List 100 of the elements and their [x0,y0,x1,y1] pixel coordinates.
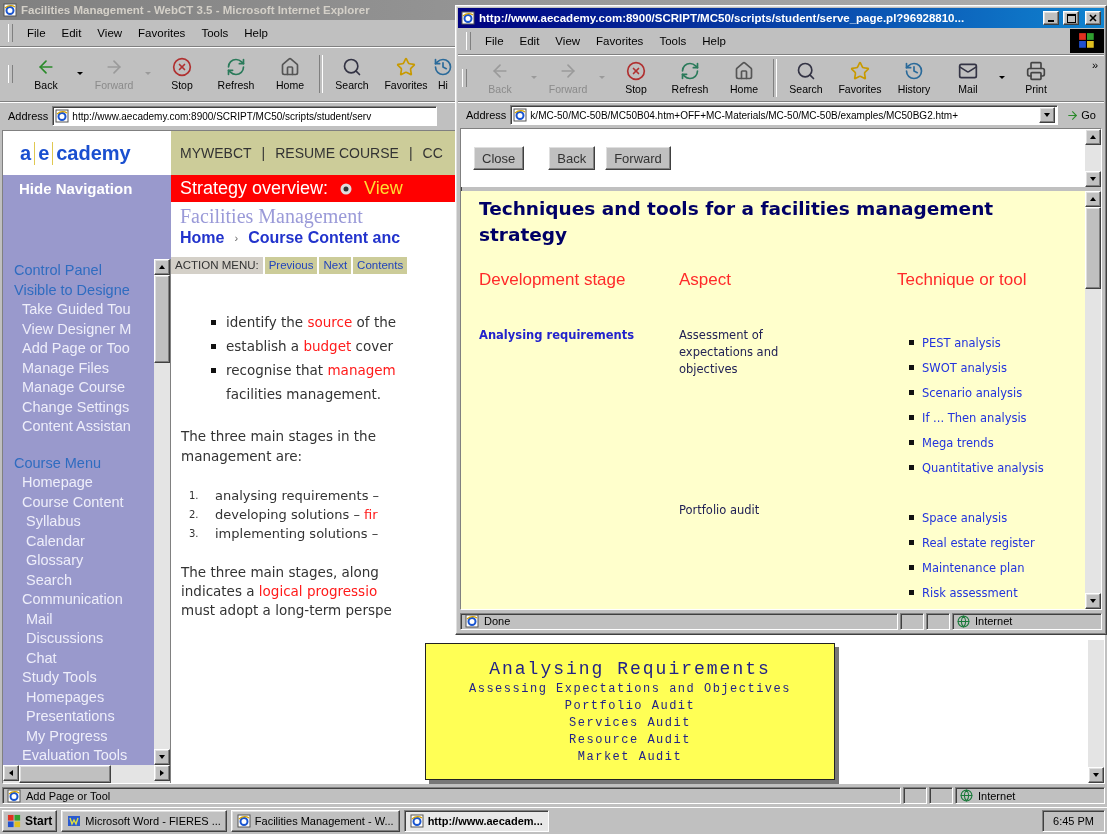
list-number: 2. [189,508,200,522]
caret-icon [1043,111,1052,119]
scroll-arrow-button[interactable] [1085,129,1101,145]
menu-item[interactable]: View [89,27,131,39]
scroll-arrow-button[interactable] [1088,767,1104,783]
menu-item[interactable]: Favorites [130,27,194,39]
bullet-icon [909,590,914,595]
top-nav-link[interactable]: RESUME COURSE [275,145,399,161]
list-item-text: developing solutions – fir [215,506,378,524]
menu-item[interactable]: File [477,35,512,47]
tool-link[interactable]: Space analysis [922,510,1008,525]
toolbar-button[interactable]: Stop [609,58,663,98]
address-field[interactable]: k/MC-50/MC-50B/MC50B04.htm+OFF+MC-Materials/MC-50/MC-50B/examples/MC50BG2.htm+ [510,105,1059,125]
bullet-icon [909,540,914,545]
menu-item[interactable]: Edit [53,27,90,39]
scrollbar[interactable] [154,259,170,765]
maximize-button[interactable] [1063,11,1079,25]
aspect-text: Assessment of expectations and objectives [679,328,779,376]
address-field[interactable]: http://www.aecademy.com:8900/SCRIPT/MC50/scripts/student/serv [52,106,438,126]
clock-icon [433,57,453,77]
browser-icon [236,814,251,828]
tool-link[interactable]: PEST analysis [922,335,1001,350]
more-tools-button[interactable]: » [1091,59,1098,71]
toolbar-button[interactable]: Refresh [209,54,263,94]
tool-link[interactable]: Quantitative analysis [922,460,1044,475]
breadcrumb-link[interactable]: Home [180,229,225,247]
globe-icon [960,789,973,802]
toolbar-button[interactable]: Mail [941,58,995,98]
scrollbar[interactable] [3,765,170,783]
scroll-thumb[interactable] [1085,207,1101,289]
tool-link[interactable]: If ... Then analysis [922,410,1027,425]
browser-icon [55,109,70,123]
action-menu-link[interactable]: Contents [353,257,408,274]
toolbar-button[interactable]: Home [263,54,317,94]
menu-item[interactable]: Favorites [588,35,652,47]
caret-icon [158,263,166,271]
menu-item[interactable]: Edit [511,35,548,47]
toolbar-button[interactable]: Search [779,58,833,98]
top-nav-link[interactable]: MYWEBCT [180,145,252,161]
banner-title: Strategy overview: [180,178,329,199]
tool-link[interactable]: Risk assessment [922,585,1018,600]
go-button[interactable]: Go [1062,108,1100,122]
toolbar-button[interactable]: History [887,58,941,98]
tooltip-line: Resource Audit [569,732,691,749]
page-button[interactable]: Forward [605,146,671,170]
page-button[interactable]: Close [473,146,525,170]
toolbar-button[interactable]: Print [1009,58,1063,98]
scroll-arrow-button[interactable] [1085,593,1101,609]
browser-icon [465,614,479,628]
tool-link[interactable]: Scenario analysis [922,385,1023,400]
menu-item[interactable]: Help [236,27,276,39]
dropdown-button[interactable] [1039,107,1056,123]
start-button[interactable]: Start [2,810,58,832]
top-nav-link[interactable]: CC [422,145,443,161]
menu-item[interactable]: Help [694,35,734,47]
scroll-thumb[interactable] [19,765,111,783]
scroll-arrow-button[interactable] [154,259,170,275]
menu-item[interactable]: Tools [193,27,237,39]
tool-link[interactable]: SWOT analysis [922,360,1007,375]
bullet-icon [909,515,914,520]
toolbar-button[interactable]: Hi [433,54,453,94]
scrollbar[interactable] [1085,191,1101,609]
scroll-arrow-button[interactable] [3,765,19,781]
aspect-text: Portfolio audit [679,503,760,517]
tool-link[interactable]: Maintenance plan [922,560,1025,575]
toolbar-button[interactable]: Favorites [379,54,433,94]
page-button[interactable]: Back [548,146,596,170]
close-icon [1089,14,1097,22]
taskbar-button[interactable]: http://www.aecadem... [403,810,549,832]
scroll-arrow-button[interactable] [1085,191,1101,207]
menu-item[interactable]: View [547,35,589,47]
toolbar-button[interactable]: Favorites [833,58,887,98]
tooltip-line: Services Audit [569,715,691,732]
action-menu-link[interactable]: Previous [264,257,318,274]
toolbar-button[interactable]: Back [19,54,73,94]
action-menu-link[interactable]: Next [319,257,352,274]
scroll-arrow-button[interactable] [154,765,170,781]
toolbar-button[interactable]: Stop [155,54,209,94]
tool-link[interactable]: Mega trends [922,435,994,450]
toolbar-button[interactable]: Home [717,58,771,98]
scroll-arrow-button[interactable] [154,749,170,765]
menu-item[interactable]: File [19,27,54,39]
stage-link[interactable]: Analysing requirements [479,328,635,342]
scrollbar[interactable] [1088,640,1104,783]
close-button[interactable] [1085,11,1101,25]
bullet-icon [909,390,914,395]
scrollbar[interactable] [1085,129,1101,187]
browser-icon [513,108,528,122]
taskbar-button[interactable]: Microsoft Word - FIERES ... [61,810,227,832]
scroll-arrow-button[interactable] [1085,171,1101,187]
status-pane [903,787,927,804]
minimize-button[interactable] [1043,11,1059,25]
home-icon [280,57,300,77]
menu-item[interactable]: Tools [651,35,695,47]
taskbar-button[interactable]: Facilities Management - W... [230,810,400,832]
toolbar-button[interactable]: Refresh [663,58,717,98]
breadcrumb-link[interactable]: Course Content anc [248,229,401,247]
scroll-thumb[interactable] [154,275,170,363]
tool-link[interactable]: Real estate register [922,535,1035,550]
toolbar-button[interactable]: Search [325,54,379,94]
